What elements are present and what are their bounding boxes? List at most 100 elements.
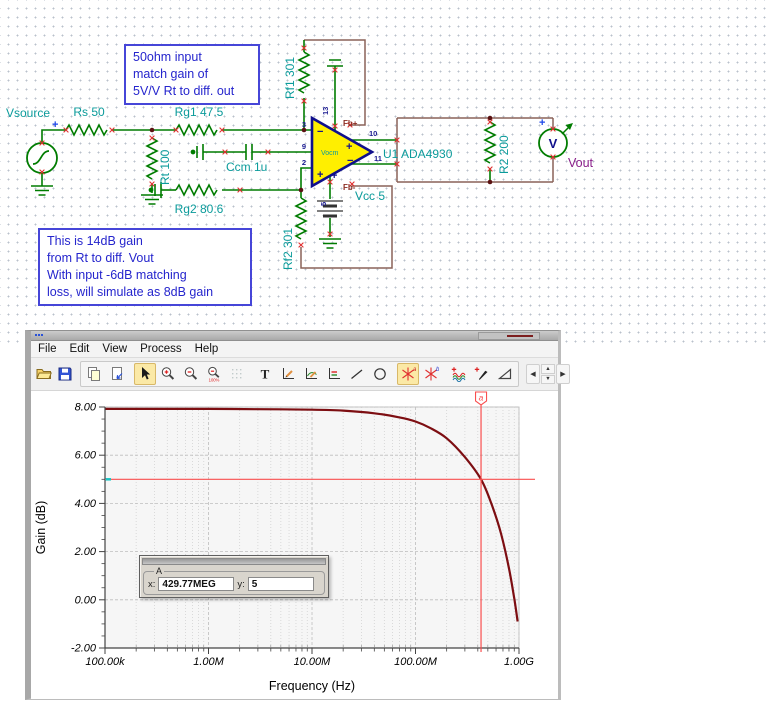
cursor-y-label: y:: [237, 579, 244, 590]
toolbar: 100% T: [31, 358, 558, 391]
copy-button[interactable]: [83, 363, 105, 385]
svg-text:a: a: [479, 393, 484, 403]
x-axis-settings-button[interactable]: [277, 363, 299, 385]
slope-tool-button[interactable]: [494, 363, 516, 385]
cursor-a-legend: A: [154, 566, 164, 576]
cursor-y-input[interactable]: [248, 577, 314, 591]
y-tick-label: 8.00: [75, 402, 97, 414]
label-fb-plus: Fb+: [343, 119, 358, 128]
grid-toggle-button: [226, 363, 248, 385]
cursor-b-icon: b: [423, 366, 439, 382]
add-marker-button[interactable]: [471, 363, 493, 385]
zoom-100-button[interactable]: 100%: [203, 363, 225, 385]
menu-view[interactable]: View: [102, 342, 134, 356]
zoom-in-icon: [160, 366, 176, 382]
ellipse-tool-button[interactable]: [369, 363, 391, 385]
legend-button[interactable]: [323, 363, 345, 385]
line-tool-button[interactable]: [346, 363, 368, 385]
axis-curve-pencil-icon: [303, 366, 319, 382]
nav-down-button[interactable]: ▼: [541, 375, 555, 385]
x-tick-label: 100.00M: [394, 656, 438, 668]
chart-area: 8.006.004.002.000.00-2.00100.00k1.00M10.…: [31, 391, 558, 699]
y-axis-settings-button[interactable]: [300, 363, 322, 385]
ac-analysis-window: File Edit View Process Help: [25, 330, 561, 700]
save-button[interactable]: [56, 363, 74, 385]
cursor-x-input[interactable]: [158, 577, 234, 591]
nav-left-button[interactable]: ◀: [526, 364, 540, 384]
voltmeter-plus-sign: +: [539, 117, 545, 129]
add-curves-icon: [451, 366, 467, 382]
slope-triangle-icon: [497, 366, 513, 382]
label-vsource: Vsource: [6, 106, 50, 120]
menu-file[interactable]: File: [38, 342, 64, 356]
label-rg2: Rg2 80.6: [175, 202, 224, 216]
note2-line1: This is 14dB gain: [47, 233, 243, 250]
cursor-a-icon: a: [400, 366, 416, 382]
cursor-x-label: x:: [148, 579, 155, 590]
menu-process[interactable]: Process: [140, 342, 189, 356]
label-vocm: Vocm: [321, 150, 339, 157]
pin-10: 10: [369, 129, 377, 138]
x-axis-title: Frequency (Hz): [269, 679, 355, 693]
note1-line1: 50ohm input: [133, 49, 251, 66]
text-tool-button[interactable]: T: [254, 363, 276, 385]
label-r2: R2 200: [497, 135, 511, 174]
save-floppy-icon: [57, 366, 73, 382]
annotation-box-input-match[interactable]: 50ohm input match gain of 5V/V Rt to dif…: [124, 44, 260, 105]
annotation-box-gain[interactable]: This is 14dB gain from Rt to diff. Vout …: [38, 228, 252, 306]
label-rg1: Rg1 47.5: [175, 105, 224, 119]
text-tool-icon: T: [257, 366, 273, 382]
note1-line2: match gain of: [133, 66, 251, 83]
note1-line3: 5V/V Rt to diff. out: [133, 83, 251, 100]
pin-2: 2: [302, 158, 306, 167]
pin-9: 9: [302, 142, 306, 151]
y-tick-label: 0.00: [75, 594, 97, 606]
gain-frequency-plot[interactable]: 8.006.004.002.000.00-2.00100.00k1.00M10.…: [31, 391, 558, 699]
voltmeter-letter: V: [549, 136, 558, 151]
note2-line2: from Rt to diff. Vout: [47, 250, 243, 267]
cursor-b-button[interactable]: b: [420, 363, 442, 385]
y-tick-label: -2.00: [71, 643, 97, 655]
axis-pencil-icon: [280, 366, 296, 382]
copy-to-schematic-button[interactable]: [106, 363, 128, 385]
nav-right-button[interactable]: ▶: [556, 364, 570, 384]
nav-up-button[interactable]: ▲: [541, 364, 555, 374]
wires: [27, 40, 573, 248]
note2-line3: With input -6dB matching: [47, 267, 243, 284]
pin-11: 11: [374, 154, 382, 163]
menu-help[interactable]: Help: [195, 342, 226, 356]
x-tick-label: 1.00M: [193, 656, 224, 668]
menu-bar: File Edit View Process Help: [31, 341, 558, 358]
label-rf2: Rf2 301: [281, 228, 295, 270]
cursor-measurement-panel[interactable]: A x: y:: [139, 555, 329, 598]
pen-plus-icon: [474, 366, 490, 382]
svg-text:100%: 100%: [209, 377, 220, 382]
titlebar-dots-icon: [35, 334, 49, 337]
window-titlebar[interactable]: [31, 331, 558, 341]
pointer-tool-button[interactable]: [134, 363, 156, 385]
label-rs: Rs 50: [73, 105, 105, 119]
y-tick-label: 4.00: [75, 498, 97, 510]
label-fb-minus: Fb-: [343, 183, 356, 192]
add-curves-button[interactable]: [448, 363, 470, 385]
copy-icon: [86, 366, 102, 382]
x-tick-label: 10.00M: [294, 656, 332, 668]
toolbar-group-edit: 100% T: [80, 361, 519, 387]
zoom-100-icon: 100%: [206, 366, 222, 382]
label-ccm: Ccm 1u: [226, 160, 267, 174]
y-tick-label: 6.00: [75, 450, 97, 462]
label-u1: U1 ADA4930: [383, 147, 453, 161]
opamp-plus-in2: +: [331, 170, 337, 182]
cursor-panel-drag-handle[interactable]: [142, 558, 326, 565]
window-controls[interactable]: [478, 332, 540, 340]
zoom-in-button[interactable]: [157, 363, 179, 385]
menu-edit[interactable]: Edit: [70, 342, 97, 356]
pin-13: 13: [321, 107, 330, 115]
note2-line4: loss, will simulate as 8dB gain: [47, 284, 243, 301]
opamp-plus-in: +: [317, 169, 323, 181]
open-file-button[interactable]: [35, 363, 53, 385]
pointer-arrow-icon: [137, 366, 153, 382]
cursor-a-button[interactable]: a: [397, 363, 419, 385]
legend-icon: [326, 366, 342, 382]
zoom-out-button[interactable]: [180, 363, 202, 385]
